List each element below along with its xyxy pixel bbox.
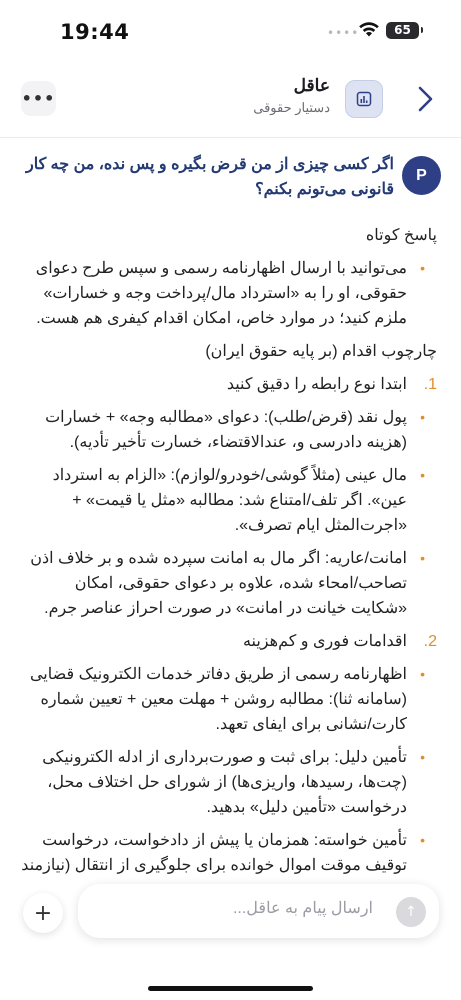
list-item-text: اظهارنامه رسمی از طریق دفاتر خدمات الکتر… [29, 666, 407, 733]
list-item-text: تأمین خواسته: همزمان یا پیش از دادخواست،… [21, 832, 407, 874]
add-attachment-button[interactable]: + [23, 893, 63, 933]
list-item-text: تأمین دلیل: برای ثبت و صورت‌برداری از اد… [42, 749, 407, 816]
bullet-icon: • [420, 550, 425, 566]
list-item-text: امانت/عاریه: اگر مال به امانت سپرده شده … [30, 550, 407, 617]
step-heading: 2. اقدامات فوری و کم‌هزینه [19, 629, 437, 654]
list-item: • امانت/عاریه: اگر مال به امانت سپرده شده… [19, 546, 437, 621]
list-item: • تأمین دلیل: برای ثبت و صورت‌برداری از ا… [19, 745, 437, 820]
signal-dots-icon: •••• [327, 26, 360, 40]
assistant-answer: پاسخ کوتاه • می‌توانید با ارسال اظهارنامه… [19, 223, 437, 880]
list-item: • پول نقد (قرض/طلب): دعوای «مطالبه وجه» +… [19, 405, 437, 455]
plus-icon: + [33, 900, 53, 926]
list-item: • مال عینی (مثلاً گوشی/خودرو/لوازم): «الز… [19, 463, 437, 538]
short-answer-heading: پاسخ کوتاه [365, 227, 437, 244]
page-subtitle: دستیار حقوقی [253, 100, 330, 115]
chat-header: ••• عاقل دستیار حقوقی [0, 60, 461, 138]
ellipsis-icon: ••• [21, 89, 56, 108]
bullet-icon: • [420, 832, 425, 848]
chevron-right-icon[interactable] [414, 85, 438, 113]
user-avatar: P [402, 156, 441, 195]
step-number: 1. [423, 376, 437, 393]
bullet-icon: • [420, 260, 425, 276]
user-message-text: اگر کسی چیزی از من قرض بگیره و پس نده، م… [25, 156, 394, 198]
framework-heading: چارچوب اقدام (بر پایه حقوق ایران) [205, 343, 437, 360]
home-indicator [148, 986, 313, 991]
battery-indicator: 65 [386, 22, 423, 39]
chart-icon [356, 91, 372, 107]
list-item: • تأمین خواسته: همزمان یا پیش از دادخواست… [19, 828, 437, 878]
more-menu-button[interactable]: ••• [21, 81, 56, 116]
list-item-text: پول نقد (قرض/طلب): دعوای «مطالبه وجه» + … [45, 409, 407, 451]
arrow-up-icon: ↑ [405, 904, 417, 920]
wifi-icon [359, 22, 379, 37]
bullet-icon: • [420, 666, 425, 682]
status-time: 19:44 [60, 20, 130, 44]
list-item: • اظهارنامه رسمی از طریق دفاتر خدمات الکت… [19, 662, 437, 737]
step-list: • پول نقد (قرض/طلب): دعوای «مطالبه وجه» +… [19, 405, 437, 621]
step-heading: 1. ابتدا نوع رابطه را دقیق کنید [19, 372, 437, 397]
bullet-icon: • [420, 467, 425, 483]
composer: + ↑ [0, 880, 461, 1000]
bullet-icon: • [420, 409, 425, 425]
assistant-avatar-button[interactable] [345, 80, 383, 118]
short-answer-list: • می‌توانید با ارسال اظهارنامه رسمی و سپس… [19, 256, 437, 331]
list-item: • می‌توانید با ارسال اظهارنامه رسمی و سپس… [19, 256, 437, 331]
send-button[interactable]: ↑ [396, 897, 426, 927]
message-field[interactable]: ↑ [78, 884, 439, 938]
step-title: اقدامات فوری و کم‌هزینه [242, 633, 407, 650]
list-item-text: می‌توانید با ارسال اظهارنامه رسمی و سپس … [35, 260, 407, 327]
assistant-title-block: عاقل دستیار حقوقی [253, 76, 330, 116]
bullet-icon: • [420, 749, 425, 765]
step-list: • اظهارنامه رسمی از طریق دفاتر خدمات الکت… [19, 662, 437, 878]
page-title: عاقل [293, 76, 330, 95]
message-input[interactable] [133, 900, 373, 918]
step-title: ابتدا نوع رابطه را دقیق کنید [226, 376, 407, 393]
list-item-text: مال عینی (مثلاً گوشی/خودرو/لوازم): «الزا… [52, 467, 407, 534]
conversation-area[interactable]: P اگر کسی چیزی از من قرض بگیره و پس نده،… [0, 138, 461, 880]
status-bar: 19:44 •••• 65 [0, 0, 461, 60]
step-number: 2. [423, 633, 437, 650]
